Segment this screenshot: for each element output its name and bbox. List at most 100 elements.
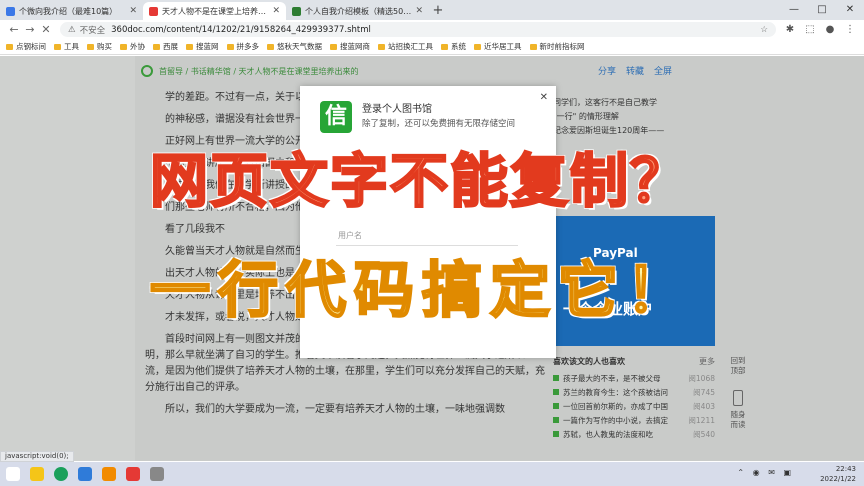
- left-gutter: [0, 56, 135, 461]
- bookmark-item[interactable]: 系统: [441, 41, 466, 52]
- share-button[interactable]: 分享: [598, 64, 616, 77]
- browser-tab-3[interactable]: 个人自我介绍模板（精选50篇） ✕: [286, 2, 429, 20]
- security-label: 不安全: [79, 25, 106, 36]
- list-item[interactable]: 孩子最大的不幸，是不被父母 阅1068: [553, 371, 715, 385]
- folder-icon: [226, 43, 234, 50]
- breadcrumb-text[interactable]: 首留导 / 书话精华馆 / 天才人物不是在课堂里培养出来的: [159, 66, 359, 77]
- clock-date: 2022/1/22: [820, 475, 856, 483]
- bullet-icon: [553, 389, 559, 395]
- address-bar[interactable]: ⚠ 不安全 360doc.com/content/14/1202/21/9158…: [60, 22, 776, 37]
- taskbar: ⌃ ◉ ✉ ▣ 22:43 2022/1/22: [0, 462, 864, 486]
- folder-icon: [120, 43, 127, 50]
- system-tray-icons[interactable]: ⌃ ◉ ✉ ▣: [737, 468, 794, 477]
- bookmark-item[interactable]: 点钢标间: [6, 41, 46, 52]
- bookmark-item[interactable]: 购买: [87, 41, 112, 52]
- save-button[interactable]: 转藏: [626, 64, 644, 77]
- bookmark-star-icon[interactable]: ☆: [760, 25, 768, 35]
- app-icon[interactable]: [102, 467, 116, 481]
- bookmark-item[interactable]: 悠秋天气数据: [267, 41, 322, 52]
- folder-icon: [87, 43, 94, 50]
- site-logo-icon: [141, 65, 153, 77]
- phone-icon: [733, 390, 743, 406]
- back-arrow-icon[interactable]: ←: [6, 23, 22, 36]
- status-bubble: javascript:void(0);: [0, 451, 74, 462]
- profile-icon[interactable]: ●: [822, 24, 838, 35]
- windows-start-icon[interactable]: [6, 467, 20, 481]
- bookmark-item[interactable]: 工具: [54, 41, 79, 52]
- maximize-button[interactable]: □: [808, 0, 836, 20]
- folder-icon: [186, 43, 193, 50]
- folder-icon: [330, 43, 337, 50]
- list-item[interactable]: 苏兰的教育今生：这个孩被诘问 阅745: [553, 385, 715, 399]
- bookmark-item[interactable]: 新时前指标网: [529, 41, 585, 52]
- fav-list: 喜欢该文的人也喜欢 更多 孩子最大的不幸，是不被父母 阅1068 苏兰的教育今生：…: [553, 356, 715, 441]
- extension-puzzle-icon[interactable]: ✱: [782, 24, 798, 35]
- sidebar-link[interactable]: 纪念爱因斯坦诞生120周年——: [553, 124, 715, 138]
- stop-loading-icon[interactable]: ✕: [38, 23, 54, 36]
- right-rail: 回到 顶部 随身 而读: [722, 356, 754, 444]
- tab-title: 天才人物不是在课堂上培养出来的: [162, 6, 269, 16]
- menu-kebab-icon[interactable]: ⋮: [842, 24, 858, 35]
- forward-arrow-icon[interactable]: →: [22, 23, 38, 36]
- bullet-icon: [553, 375, 559, 381]
- browser-tab-1[interactable]: 个微向我介绍（最难10篇） ✕: [0, 2, 143, 20]
- list-item[interactable]: 一位回首前尔斯的，亦成了中国 阅403: [553, 399, 715, 413]
- fav-list-title: 喜欢该文的人也喜欢: [553, 357, 625, 366]
- search-icon[interactable]: [30, 467, 44, 481]
- tab-close-icon[interactable]: ✕: [129, 6, 137, 16]
- tab-close-icon[interactable]: ✕: [272, 6, 280, 16]
- browser-tab-2[interactable]: 天才人物不是在课堂上培养出来的 ✕: [143, 2, 286, 20]
- tab-title: 个微向我介绍（最难10篇）: [19, 6, 118, 16]
- close-window-button[interactable]: ✕: [836, 0, 864, 20]
- related-sidebar: 同学们，这客行不是自己教学 "一行" 的情形理解 纪念爱因斯坦诞生120周年——: [553, 96, 715, 138]
- headline-line-2: 一行代码搞定它！: [149, 255, 694, 328]
- new-tab-button[interactable]: +: [429, 2, 447, 20]
- list-item[interactable]: 苏轼，也人教鬼的法度和吃 阅540: [553, 427, 715, 441]
- folder-icon: [6, 43, 13, 50]
- bookmark-item[interactable]: 近华居工具: [474, 41, 522, 52]
- url-text[interactable]: 360doc.com/content/14/1202/21/9158264_42…: [111, 25, 760, 35]
- sidebar-link[interactable]: 同学们，这客行不是自己教学: [553, 96, 715, 110]
- tab-strip: 个微向我介绍（最难10篇） ✕ 天才人物不是在课堂上培养出来的 ✕ 个人自我介绍…: [0, 0, 864, 20]
- sidebar-link[interactable]: "一行" 的情形理解: [553, 110, 715, 124]
- clock[interactable]: 22:43 2022/1/22: [820, 464, 856, 484]
- page-actions: 分享 转藏 全屏: [598, 64, 672, 77]
- fullscreen-button[interactable]: 全屏: [654, 64, 672, 77]
- close-icon[interactable]: ✕: [540, 92, 548, 103]
- tab-close-icon[interactable]: ✕: [415, 6, 423, 16]
- folder-icon: [54, 43, 61, 50]
- username-input[interactable]: 用户名: [336, 226, 518, 246]
- bookmark-item[interactable]: 搜蓝网: [186, 41, 219, 52]
- app-icon[interactable]: [78, 467, 92, 481]
- window-controls: — □ ✕: [780, 0, 864, 20]
- app-icon[interactable]: [126, 467, 140, 481]
- minimize-button[interactable]: —: [780, 0, 808, 20]
- mobile-read-button[interactable]: 随身 而读: [722, 410, 754, 430]
- folder-icon: [378, 43, 385, 50]
- extensions-icon[interactable]: ⬚: [802, 24, 818, 35]
- bookmark-item[interactable]: 搜蓝网商: [330, 41, 370, 52]
- app-icon[interactable]: [150, 467, 164, 481]
- tab-favicon-icon: [292, 6, 301, 16]
- tab-favicon-icon: [6, 6, 15, 16]
- browser-toolbar: ← → ✕ ⚠ 不安全 360doc.com/content/14/1202/2…: [0, 20, 864, 39]
- chrome-icon[interactable]: [54, 467, 68, 481]
- tab-favicon-icon: [149, 6, 158, 16]
- folder-icon: [474, 43, 481, 50]
- list-item[interactable]: 一篇作为写作的中小说，去搞定 阅1211: [553, 413, 715, 427]
- fav-list-header: 喜欢该文的人也喜欢 更多: [553, 356, 715, 367]
- more-link[interactable]: 更多: [699, 356, 715, 367]
- bookmark-item[interactable]: 拼多多: [226, 41, 259, 52]
- folder-icon: [267, 43, 274, 50]
- modal-title: 登录个人图书馆: [362, 104, 432, 115]
- warning-icon: ⚠: [68, 24, 76, 35]
- back-to-top-button[interactable]: 回到 顶部: [722, 356, 754, 376]
- bookmark-item[interactable]: 外协: [120, 41, 145, 52]
- bullet-icon: [553, 431, 559, 437]
- bookmark-item[interactable]: 西展: [153, 41, 178, 52]
- modal-subtitle: 除了复制，还可以免费拥有无限存储空间: [362, 119, 516, 129]
- bullet-icon: [553, 417, 559, 423]
- bookmark-item[interactable]: 站招换汇工具: [378, 41, 433, 52]
- article-paragraph: 所以，我们的大学要成为一流，一定要有培养天才人物的土壤，一味地强调数: [165, 404, 505, 415]
- bookmarks-bar: 点钢标间 工具 购买 外协 西展 搜蓝网 拼多多 悠秋天气数据 搜蓝网商 站招换…: [0, 39, 864, 55]
